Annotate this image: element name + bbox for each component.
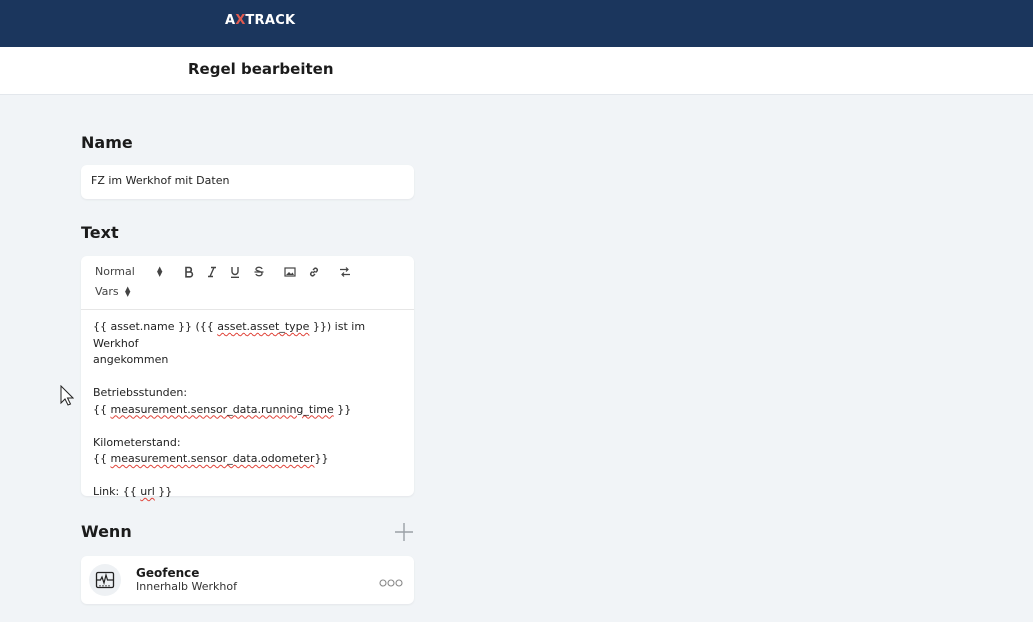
- format-select-value: Normal: [95, 265, 135, 278]
- more-options-icon[interactable]: [379, 575, 403, 587]
- plus-icon: [395, 523, 413, 541]
- editor-line: {{ measurement.sensor_data.odometer}}: [93, 452, 329, 465]
- select-arrows-icon: ▲ ▼: [125, 285, 131, 298]
- name-field-container: [81, 165, 414, 199]
- text-section-label: Text: [81, 223, 119, 242]
- editor-line: [93, 418, 403, 435]
- editor-line: {{ asset.name }} ({{ asset.asset_type }}…: [93, 320, 366, 350]
- condition-subtitle: Innerhalb Werkhof: [136, 580, 237, 593]
- editor-line: Link: {{ url }}: [93, 485, 173, 498]
- rich-text-editor: Normal ▲▼ Vars ▲▼ {{ asset.name }} ({{: [81, 256, 414, 498]
- format-select[interactable]: Normal ▲ ▼: [95, 265, 165, 279]
- axtrack-logo[interactable]: AXTRACK: [225, 13, 295, 28]
- page-header: Regel bearbeiten: [0, 47, 1033, 95]
- page-title: Regel bearbeiten: [188, 60, 334, 78]
- top-navigation-bar: AXTRACK: [0, 0, 1033, 47]
- vars-select-value: Vars: [95, 285, 119, 298]
- add-condition-button[interactable]: [393, 521, 415, 543]
- editor-line: [93, 369, 403, 386]
- condition-title: Geofence: [136, 566, 200, 580]
- name-section-label: Name: [81, 133, 133, 152]
- editor-content[interactable]: {{ asset.name }} ({{ asset.asset_type }}…: [93, 319, 403, 501]
- condition-card[interactable]: Geofence Innerhalb Werkhof: [81, 556, 414, 604]
- bold-icon[interactable]: [182, 265, 196, 279]
- editor-toolbar: Normal ▲ ▼ Vars ▲ ▼: [81, 256, 414, 310]
- editor-line: Betriebsstunden:: [93, 386, 188, 399]
- wenn-section-label: Wenn: [81, 522, 132, 541]
- underline-icon[interactable]: [228, 265, 242, 279]
- editor-line: {{ measurement.sensor_data.running_time …: [93, 402, 352, 416]
- editor-line: Kilometerstand:: [93, 435, 181, 449]
- strikethrough-icon[interactable]: [252, 265, 266, 279]
- select-arrows-icon: ▲ ▼: [157, 265, 163, 278]
- link-icon[interactable]: [307, 265, 321, 279]
- image-icon[interactable]: [283, 265, 297, 279]
- activity-monitor-icon: [89, 564, 121, 596]
- name-input[interactable]: [91, 174, 401, 187]
- vars-select[interactable]: Vars ▲ ▼: [95, 285, 135, 299]
- italic-icon[interactable]: [205, 265, 219, 279]
- mouse-cursor-icon: [60, 384, 75, 407]
- editor-line: angekommen: [93, 353, 169, 366]
- editor-line: [93, 468, 403, 485]
- clear-format-icon[interactable]: [338, 265, 352, 279]
